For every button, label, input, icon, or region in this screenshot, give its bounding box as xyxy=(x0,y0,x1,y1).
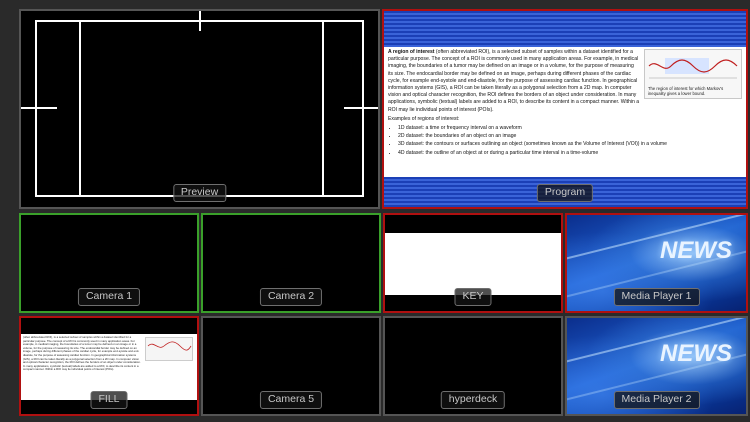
media-player-1-label: Media Player 1 xyxy=(613,288,700,306)
preview-tick-right xyxy=(344,107,378,109)
camera-5-label: Camera 5 xyxy=(259,391,323,409)
camera-2-tile[interactable]: Camera 2 xyxy=(201,213,381,313)
media-player-2-tile[interactable]: NEWS Media Player 2 xyxy=(565,316,748,416)
examples-heading: Examples of regions of interest: xyxy=(388,115,460,122)
waveform-graphic xyxy=(648,58,738,79)
list-item: 1D dataset: a time or frequency interval… xyxy=(398,125,742,132)
camera-5-tile[interactable]: Camera 5 xyxy=(201,316,381,416)
article-thumbnail: The region of interest for which Markov'… xyxy=(644,49,742,99)
key-tile[interactable]: KEY xyxy=(383,213,563,313)
list-item: 4D dataset: the outline of an object at … xyxy=(398,150,742,157)
key-matte xyxy=(385,233,561,295)
preview-guide-left xyxy=(79,20,81,197)
preview-tick-top xyxy=(199,11,201,31)
program-tile[interactable]: The region of interest for which Markov'… xyxy=(382,9,748,209)
preview-guide-right xyxy=(322,20,324,197)
list-item: 2D dataset: the boundaries of an object … xyxy=(398,133,742,140)
news-title: NEWS xyxy=(660,237,732,264)
camera-1-tile[interactable]: Camera 1 xyxy=(19,213,199,313)
camera-1-label: Camera 1 xyxy=(77,288,141,306)
preview-tile[interactable]: Preview xyxy=(19,9,380,209)
hyperdeck-tile[interactable]: hyperdeck xyxy=(383,316,563,416)
fill-thumbnail xyxy=(145,337,193,361)
program-label: Program xyxy=(536,184,594,202)
program-banner xyxy=(384,11,746,47)
media-player-2-label: Media Player 2 xyxy=(613,391,700,409)
fill-waveform-graphic xyxy=(147,341,192,351)
key-label: KEY xyxy=(454,288,492,306)
camera-2-label: Camera 2 xyxy=(259,288,323,306)
program-article: The region of interest for which Markov'… xyxy=(388,49,742,158)
news-title: NEWS xyxy=(660,340,732,367)
preview-tick-left xyxy=(21,107,57,109)
fill-label: FILL xyxy=(90,391,128,409)
fill-tile[interactable]: (often abbreviated ROI), is a selected s… xyxy=(19,316,199,416)
preview-label: Preview xyxy=(172,184,227,202)
media-player-1-tile[interactable]: NEWS Media Player 1 xyxy=(565,213,748,313)
fill-article-text: (often abbreviated ROI), is a selected s… xyxy=(23,335,141,372)
list-item: 3D dataset: the contours or surfaces out… xyxy=(398,141,742,148)
examples-list: 1D dataset: a time or frequency interval… xyxy=(388,125,742,157)
hyperdeck-label: hyperdeck xyxy=(440,391,506,409)
thumbnail-caption: The region of interest for which Markov'… xyxy=(648,86,724,96)
